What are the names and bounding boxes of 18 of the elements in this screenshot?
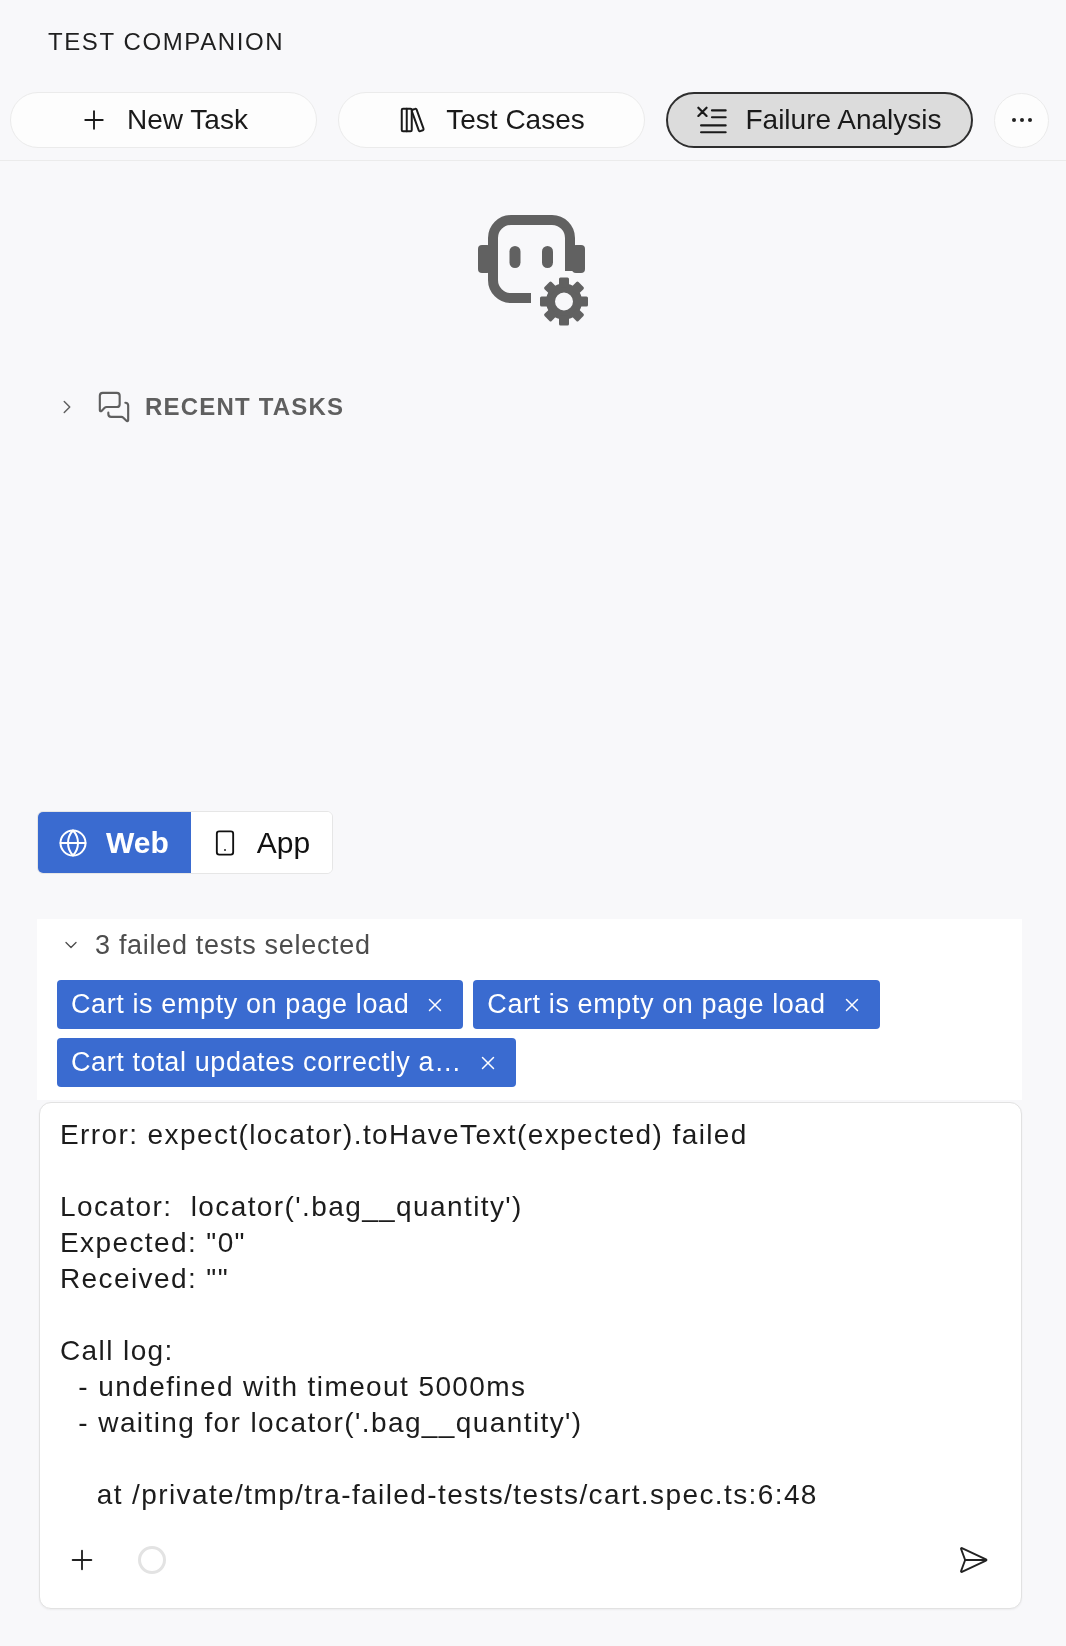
test-name: Cart is empty on page load	[487, 988, 826, 1022]
nav-tab[interactable]: Failure Analysis	[666, 92, 973, 148]
robot-gear-icon	[478, 215, 588, 326]
list-cross-icon	[697, 106, 728, 134]
app-title: TEST COMPANION	[48, 27, 285, 57]
nav-tab[interactable]: Test Cases	[338, 92, 645, 148]
test-name: Cart total updates correctly a…	[71, 1046, 462, 1080]
message-field[interactable]: Error: expect(locator).toHaveText(expected) failed Locator: locator('.bag__quantity') Expected: "0" Received: "" Call log: - undefined with timeout 5000ms - waiting for locator('.bag__quantity') at /private/tmp/tra-failed-tests/tests/cart.spec.ts:6:48	[60, 1117, 1001, 1513]
ring-icon	[138, 1546, 166, 1574]
chat-bubbles-icon	[97, 390, 131, 424]
ellipsis-icon	[1011, 118, 1032, 122]
test-name: Cart is empty on page load	[71, 988, 410, 1022]
platform-tab[interactable]: Web	[38, 812, 191, 873]
recent-tasks-toggle[interactable]: RECENT TASKS	[56, 387, 345, 427]
failed-tests-toggle[interactable]: 3 failed tests selected	[61, 927, 371, 963]
globe-icon	[58, 827, 88, 858]
send-icon	[957, 1544, 989, 1576]
nav-tab[interactable]: New Task	[10, 92, 317, 148]
